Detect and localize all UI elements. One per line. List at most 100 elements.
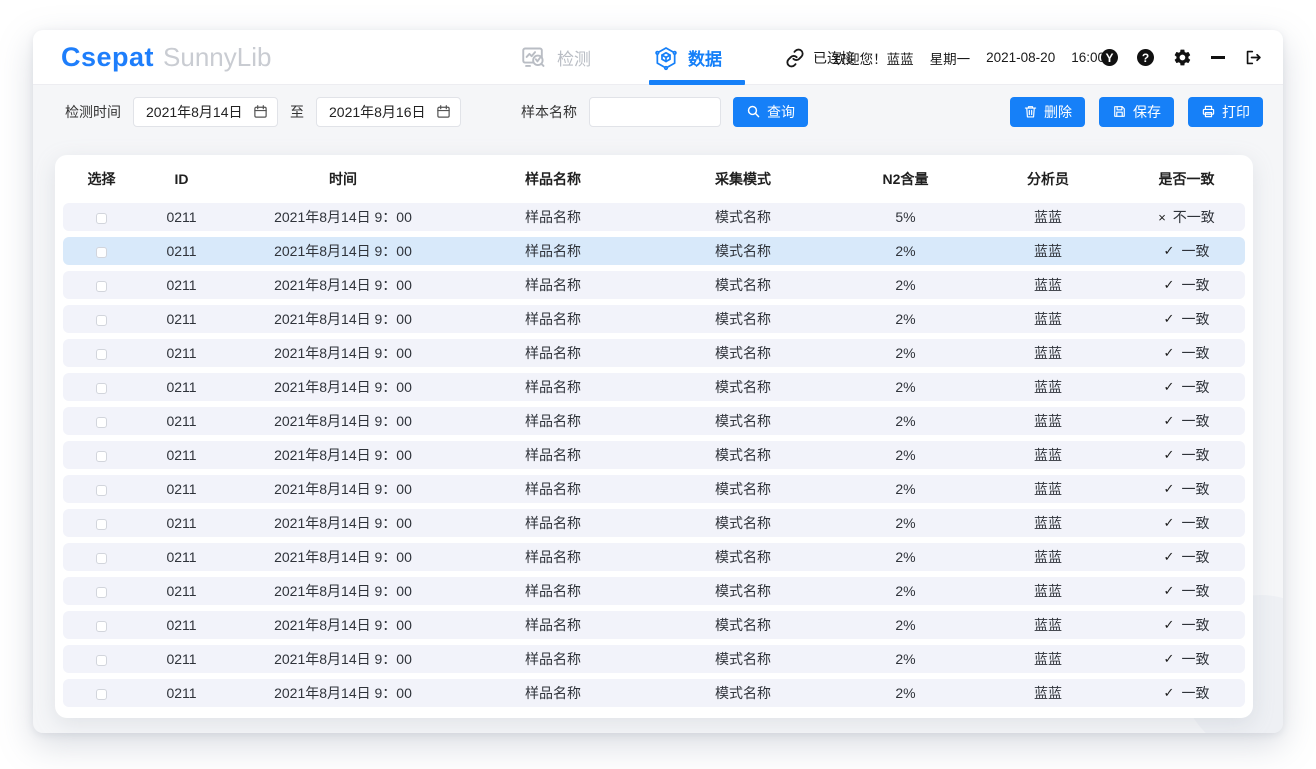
check-icon: ✓ (1164, 277, 1175, 293)
n2-content-cell: 2% (843, 481, 968, 497)
help-icon[interactable]: ? (1137, 49, 1154, 66)
id-cell: 0211 (140, 413, 223, 429)
row-checkbox[interactable] (96, 621, 107, 632)
id-cell: 0211 (140, 617, 223, 633)
date-to-value: 2021年8月16日 (329, 102, 426, 122)
analyst-cell: 蓝蓝 (968, 513, 1128, 533)
table-row[interactable]: 02112021年8月14日 9：00样品名称模式名称2%蓝蓝✓一致 (63, 339, 1245, 367)
date-to-input[interactable]: 2021年8月16日 (316, 97, 461, 127)
analyst-cell: 蓝蓝 (968, 309, 1128, 329)
consistency-label: 一致 (1181, 683, 1209, 703)
table-row[interactable]: 02112021年8月14日 9：00样品名称模式名称2%蓝蓝✓一致 (63, 611, 1245, 639)
row-checkbox[interactable] (96, 349, 107, 360)
consistency-label: 一致 (1181, 615, 1209, 635)
settings-gear-icon[interactable] (1173, 48, 1192, 67)
data-cube-icon (653, 45, 679, 71)
row-checkbox[interactable] (96, 553, 107, 564)
time-text: 16:00 (1071, 50, 1105, 65)
analyst-cell: 蓝蓝 (968, 241, 1128, 261)
row-checkbox[interactable] (96, 213, 107, 224)
column-header: 采集模式 (643, 169, 843, 189)
consistency-cell: ✓一致 (1128, 275, 1245, 295)
trash-icon (1023, 104, 1038, 119)
collect-mode-cell: 模式名称 (643, 445, 843, 465)
save-button[interactable]: 保存 (1099, 97, 1174, 127)
check-icon: ✓ (1164, 447, 1175, 463)
minimize-icon[interactable] (1211, 56, 1225, 58)
collect-mode-cell: 模式名称 (643, 241, 843, 261)
logo-primary-text: Csepat (61, 42, 154, 73)
sample-name-cell: 样品名称 (463, 275, 643, 295)
table-row[interactable]: 02112021年8月14日 9：00样品名称模式名称2%蓝蓝✓一致 (63, 407, 1245, 435)
delete-button[interactable]: 删除 (1010, 97, 1085, 127)
link-icon (785, 48, 805, 68)
table-row[interactable]: 02112021年8月14日 9：00样品名称模式名称2%蓝蓝✓一致 (63, 271, 1245, 299)
table-row[interactable]: 02112021年8月14日 9：00样品名称模式名称2%蓝蓝✓一致 (63, 679, 1245, 707)
sample-name-cell: 样品名称 (463, 309, 643, 329)
tools-icon[interactable]: Y (1101, 49, 1118, 66)
row-checkbox[interactable] (96, 417, 107, 428)
select-cell (63, 515, 140, 531)
date-from-input[interactable]: 2021年8月14日 (133, 97, 278, 127)
consistency-cell: ✓一致 (1128, 649, 1245, 669)
row-checkbox[interactable] (96, 519, 107, 530)
sample-name-input[interactable] (589, 97, 721, 127)
row-checkbox[interactable] (96, 281, 107, 292)
consistency-label: 一致 (1181, 581, 1209, 601)
row-checkbox[interactable] (96, 383, 107, 394)
print-button[interactable]: 打印 (1188, 97, 1263, 127)
row-checkbox[interactable] (96, 689, 107, 700)
time-cell: 2021年8月14日 9：00 (223, 309, 463, 329)
query-button[interactable]: 查询 (733, 97, 808, 127)
collect-mode-cell: 模式名称 (643, 581, 843, 601)
tab-data[interactable]: 数据 (653, 30, 722, 85)
analyst-cell: 蓝蓝 (968, 547, 1128, 567)
app-header: Csepat SunnyLib 检测 (33, 30, 1283, 85)
column-header: N2含量 (843, 169, 968, 189)
date-text: 2021-08-20 (986, 50, 1055, 65)
x-icon: × (1158, 210, 1166, 225)
tab-detect[interactable]: 检测 (521, 30, 591, 85)
table-row[interactable]: 02112021年8月14日 9：00样品名称模式名称2%蓝蓝✓一致 (63, 645, 1245, 673)
table-row[interactable]: 02112021年8月14日 9：00样品名称模式名称2%蓝蓝✓一致 (63, 543, 1245, 571)
id-cell: 0211 (140, 685, 223, 701)
header-icon-group: Y ? (1101, 30, 1263, 85)
table-row[interactable]: 02112021年8月14日 9：00样品名称模式名称5%蓝蓝×不一致 (63, 203, 1245, 231)
time-cell: 2021年8月14日 9：00 (223, 581, 463, 601)
sample-name-cell: 样品名称 (463, 683, 643, 703)
table-row[interactable]: 02112021年8月14日 9：00样品名称模式名称2%蓝蓝✓一致 (63, 475, 1245, 503)
table-row[interactable]: 02112021年8月14日 9：00样品名称模式名称2%蓝蓝✓一致 (63, 305, 1245, 333)
row-checkbox[interactable] (96, 247, 107, 258)
column-header: ID (140, 171, 223, 187)
row-checkbox[interactable] (96, 587, 107, 598)
collect-mode-cell: 模式名称 (643, 377, 843, 397)
time-cell: 2021年8月14日 9：00 (223, 275, 463, 295)
column-header: 选择 (63, 169, 140, 189)
consistency-cell: ✓一致 (1128, 615, 1245, 635)
id-cell: 0211 (140, 243, 223, 259)
analyst-cell: 蓝蓝 (968, 683, 1128, 703)
time-cell: 2021年8月14日 9：00 (223, 377, 463, 397)
select-cell (63, 617, 140, 633)
row-checkbox[interactable] (96, 485, 107, 496)
row-checkbox[interactable] (96, 451, 107, 462)
select-cell (63, 311, 140, 327)
row-checkbox[interactable] (96, 315, 107, 326)
table-row[interactable]: 02112021年8月14日 9：00样品名称模式名称2%蓝蓝✓一致 (63, 237, 1245, 265)
check-icon: ✓ (1164, 583, 1175, 599)
check-icon: ✓ (1164, 413, 1175, 429)
n2-content-cell: 2% (843, 583, 968, 599)
sample-name-cell: 样品名称 (463, 547, 643, 567)
table-row[interactable]: 02112021年8月14日 9：00样品名称模式名称2%蓝蓝✓一致 (63, 577, 1245, 605)
select-cell (63, 651, 140, 667)
id-cell: 0211 (140, 515, 223, 531)
id-cell: 0211 (140, 583, 223, 599)
row-checkbox[interactable] (96, 655, 107, 666)
table-row[interactable]: 02112021年8月14日 9：00样品名称模式名称2%蓝蓝✓一致 (63, 373, 1245, 401)
sample-name-cell: 样品名称 (463, 615, 643, 635)
table-row[interactable]: 02112021年8月14日 9：00样品名称模式名称2%蓝蓝✓一致 (63, 441, 1245, 469)
logout-icon[interactable] (1244, 48, 1263, 67)
table-row[interactable]: 02112021年8月14日 9：00样品名称模式名称2%蓝蓝✓一致 (63, 509, 1245, 537)
collect-mode-cell: 模式名称 (643, 479, 843, 499)
consistency-label: 一致 (1181, 445, 1209, 465)
